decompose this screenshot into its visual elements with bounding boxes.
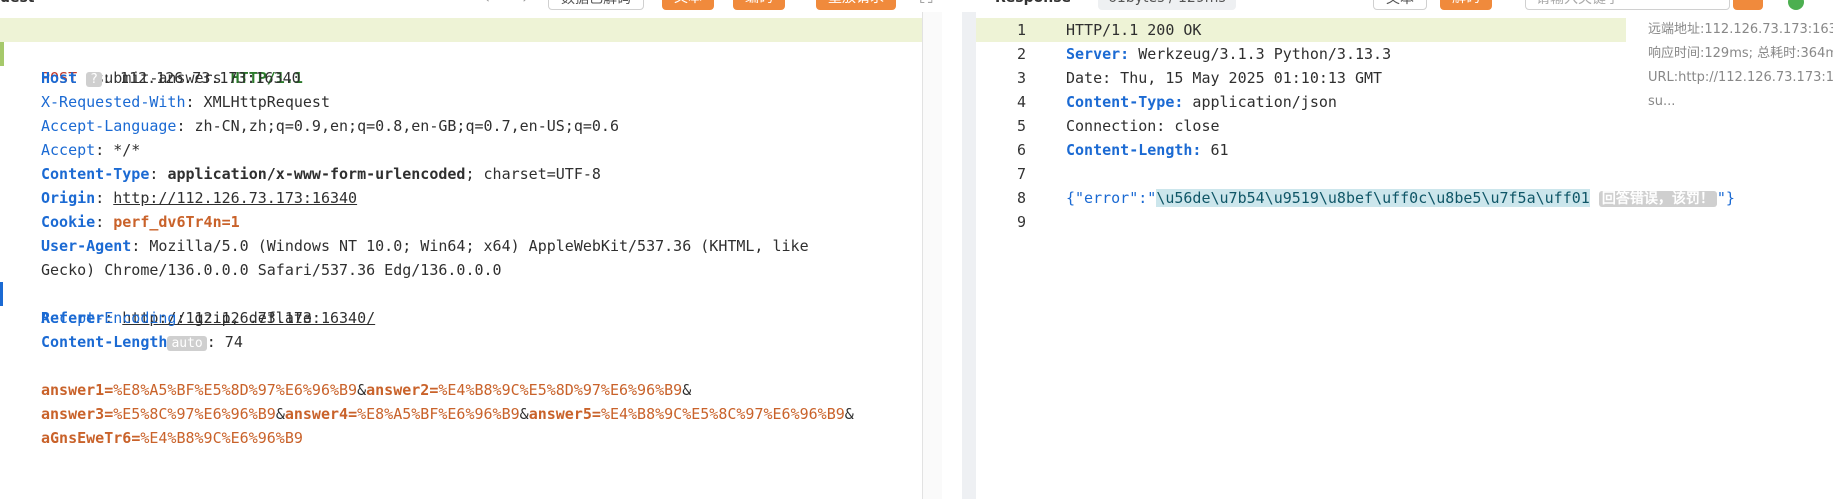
header-host: Host ?: 112.126.73.173:16340 (41, 69, 301, 87)
response-time: 响应时间:129ms; 总耗时:364ms (1648, 46, 1833, 61)
response-info-panel: 远端地址:112.126.73.173:16340 响应时间:129ms; 总耗… (1648, 18, 1833, 114)
body-line-3: aGnsEweTr6=%E4%B8%9C%E6%96%B9 (41, 429, 303, 447)
response-line-9: 9 (1016, 213, 1026, 231)
response-stats: 61bytes / 129ms (1098, 0, 1236, 10)
response-line-6: 6 Content-Length: 61 (1016, 141, 1229, 159)
request-scrollbar[interactable] (922, 12, 942, 499)
decode-dropdown[interactable]: 数据已解码 (548, 0, 644, 10)
response-viewer[interactable]: 1 HTTP/1.1 200 OK 2 Server: Werkzeug/3.1… (976, 12, 1833, 499)
header-accept-encoding: Accept-Encoding: gzip, deflate (41, 309, 312, 327)
remote-address: 远端地址:112.126.73.173:16340 (1648, 22, 1833, 37)
search-input[interactable]: 请输入关键字 (1525, 0, 1730, 10)
response-panel-title: Response (995, 0, 1071, 10)
response-line-3: 3 Date: Thu, 15 May 2025 01:10:13 GMT (1016, 69, 1383, 87)
status-dot-icon (1788, 0, 1804, 10)
info-more[interactable]: su... (1648, 90, 1833, 114)
decoded-tooltip: 回答错误，该罚！ (1598, 191, 1717, 207)
header-content-length: Content-Length auto: 74 (41, 333, 243, 351)
response-text-button[interactable]: 文本 (1373, 0, 1427, 10)
response-line-7: 7 (1016, 165, 1026, 183)
text-button[interactable]: 文本 (662, 0, 714, 10)
pane-splitter[interactable] (962, 12, 976, 499)
response-decode-button[interactable]: 解码 (1440, 0, 1492, 10)
request-url: URL:http://112.126.73.173:16340/submit-a… (1648, 70, 1833, 85)
header-content-type: Content-Type: application/x-www-form-url… (41, 165, 601, 183)
request-panel-title: uest (0, 0, 35, 10)
top-toolbar: uest ‹ › 数据已解码 文本 编码 重放请求 ⛶ Response 61b… (0, 0, 1833, 12)
header-user-agent-cont: Gecko) Chrome/136.0.0.0 Safari/537.36 Ed… (41, 261, 502, 279)
json-escaped-string[interactable]: \u56de\u7b54\u9519\u8bef\uff0c\u8be5\u7f… (1156, 189, 1590, 207)
header-accept: Accept: */* (41, 141, 141, 159)
encode-button[interactable]: 编码 (733, 0, 785, 10)
search-icon[interactable] (1733, 0, 1763, 10)
response-line-2: 2 Server: Werkzeug/3.1.3 Python/3.13.3 (1016, 45, 1392, 63)
history-back-icon[interactable]: ‹ (483, 0, 490, 10)
body-line-2: answer3=%E5%8C%97%E6%96%B9&answer4=%E8%A… (41, 405, 854, 423)
body-line-1: answer1=%E8%A5%BF%E5%8D%97%E6%96%B9&answ… (41, 381, 692, 399)
response-line-1: 1 HTTP/1.1 200 OK (976, 18, 1626, 42)
replay-request-button[interactable]: 重放请求 (816, 0, 896, 10)
auto-tag[interactable]: auto (167, 336, 207, 351)
request-line: POST /submit-answers HTTP/1.1 (0, 18, 942, 87)
header-origin: Origin: http://112.126.73.173:16340 (41, 189, 358, 207)
header-x-requested-with: X-Requested-With: XMLHttpRequest (41, 93, 330, 111)
header-accept-language: Accept-Language: zh-CN,zh;q=0.9,en;q=0.8… (41, 117, 619, 135)
request-editor[interactable]: POST /submit-answers HTTP/1.1 Host ?: 11… (0, 12, 942, 499)
header-user-agent: User-Agent: Mozilla/5.0 (Windows NT 10.0… (41, 237, 809, 255)
header-cookie: Cookie: perf_dv6Tr4n=1 (41, 213, 240, 231)
expand-icon[interactable]: ⛶ (920, 0, 933, 10)
history-forward-icon[interactable]: › (522, 0, 529, 10)
response-line-5: 5 Connection: close (1016, 117, 1220, 135)
header-referer: Referer: http://112.126.73.173:16340/ (0, 258, 942, 327)
response-line-8: 8 {"error":"\u56de\u7b54\u9519\u8bef\uff… (1016, 189, 1735, 207)
response-line-4: 4 Content-Type: application/json (1016, 93, 1337, 111)
